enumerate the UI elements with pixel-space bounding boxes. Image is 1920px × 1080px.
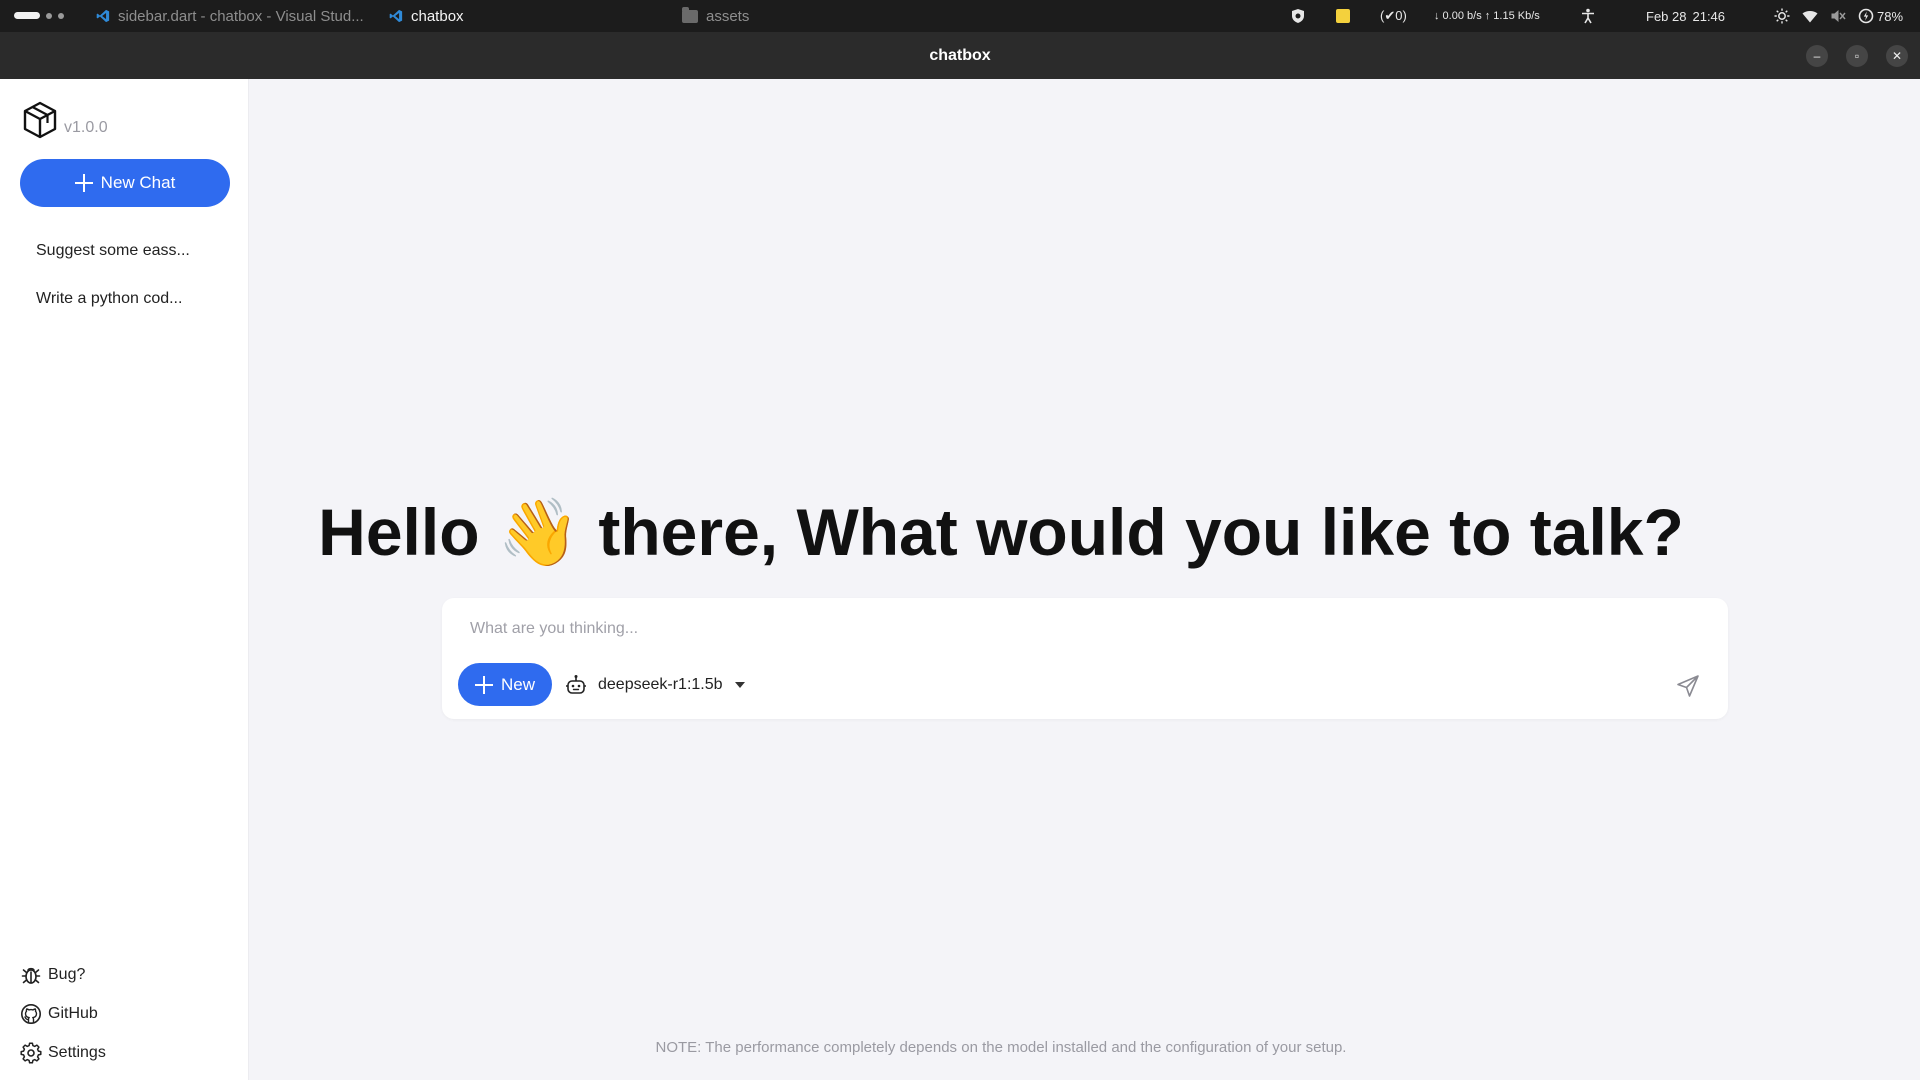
robot-icon <box>566 674 586 694</box>
volume-muted-icon <box>1831 10 1846 22</box>
workspace-active-indicator <box>14 12 40 19</box>
taskbar-item-chatbox[interactable]: chatbox <box>389 0 464 32</box>
bug-report-link[interactable]: Bug? <box>20 955 230 994</box>
time-label: 21:46 <box>1692 8 1726 24</box>
workspace-dot <box>58 12 64 19</box>
date-label: Feb 28 <box>1646 8 1687 24</box>
app-logo-cube-icon <box>23 101 57 139</box>
greeting-headline: Hello 👋 there, What would you like to ta… <box>318 495 1684 569</box>
power-icon <box>1858 8 1874 24</box>
message-composer: New deepseek-r1:1.5b <box>442 598 1728 719</box>
battery-level: 78% <box>1877 8 1904 24</box>
message-input[interactable] <box>470 612 1690 646</box>
new-session-button[interactable]: New <box>458 663 552 706</box>
tray-updates[interactable]: (✔0) <box>1380 0 1407 32</box>
send-icon[interactable] <box>1676 674 1700 698</box>
tray-clock[interactable]: Feb 28 21:46 <box>1646 0 1725 32</box>
chat-history-item[interactable]: Suggest some eass... <box>0 227 249 275</box>
plus-icon <box>474 675 493 694</box>
wifi-icon <box>1802 10 1818 22</box>
updates-count: (✔0) <box>1380 8 1407 23</box>
folder-icon <box>682 6 698 23</box>
vscode-icon <box>389 9 403 23</box>
activities-indicator[interactable] <box>14 12 64 19</box>
window-title: chatbox <box>929 47 991 64</box>
bug-icon <box>21 967 41 984</box>
tray-battery[interactable]: 78% <box>1858 0 1903 32</box>
taskbar-item-assets[interactable]: assets <box>682 0 749 32</box>
taskbar-item-label: sidebar.dart - chatbox - Visual Stud... <box>118 7 364 25</box>
restore-button[interactable]: ▫ <box>1846 45 1868 67</box>
github-link[interactable]: GitHub <box>20 994 230 1033</box>
new-chat-label: New Chat <box>100 173 176 192</box>
sidebar: v1.0.0 New Chat Suggest some eass... Wri… <box>0 79 249 1080</box>
chat-history-item[interactable]: Write a python cod... <box>0 275 249 323</box>
window-title-bar: chatbox – ▫ ✕ <box>0 32 1920 79</box>
taskbar-item-label: chatbox <box>411 7 464 25</box>
network-speed: ↓ 0.00 b/s ↑ 1.15 Kb/s <box>1434 10 1540 22</box>
settings-label: Settings <box>48 1043 106 1061</box>
tray-app-icon[interactable] <box>1290 0 1306 32</box>
new-session-label: New <box>500 674 535 694</box>
model-selector[interactable]: deepseek-r1:1.5b <box>564 663 745 706</box>
workspace-dot <box>46 12 52 19</box>
taskbar-item-vscode[interactable]: sidebar.dart - chatbox - Visual Stud... <box>96 0 364 32</box>
gear-icon <box>20 1041 42 1064</box>
accessibility-icon <box>1582 8 1594 24</box>
tray-volume[interactable] <box>1830 0 1846 32</box>
tray-brightness[interactable] <box>1774 0 1790 32</box>
vscode-icon <box>96 9 110 23</box>
shield-app-icon <box>1292 9 1304 23</box>
close-button[interactable]: ✕ <box>1886 45 1908 67</box>
new-chat-button[interactable]: New Chat <box>20 159 230 207</box>
taskbar-item-label: assets <box>706 7 750 25</box>
minimize-button[interactable]: – <box>1806 45 1828 67</box>
github-icon <box>21 1003 41 1024</box>
github-label: GitHub <box>48 1004 98 1022</box>
main-content: Hello 👋 there, What would you like to ta… <box>250 79 1920 1080</box>
bug-label: Bug? <box>48 965 86 983</box>
performance-note: NOTE: The performance completely depends… <box>655 1039 1347 1056</box>
brightness-icon <box>1774 8 1790 24</box>
chevron-down-icon <box>734 681 745 688</box>
tray-network-speed[interactable]: ↓ 0.00 b/s ↑ 1.15 Kb/s <box>1434 0 1540 32</box>
sticky-note-icon <box>1336 9 1350 23</box>
plus-icon <box>74 174 93 192</box>
model-name: deepseek-r1:1.5b <box>598 675 723 693</box>
chat-history-list: Suggest some eass... Write a python cod.… <box>0 227 249 323</box>
tray-notes[interactable] <box>1336 0 1350 32</box>
tray-accessibility[interactable] <box>1581 0 1595 32</box>
app-version: v1.0.0 <box>64 119 108 136</box>
tray-wifi[interactable] <box>1802 0 1818 32</box>
system-top-bar: sidebar.dart - chatbox - Visual Stud... … <box>0 0 1920 32</box>
